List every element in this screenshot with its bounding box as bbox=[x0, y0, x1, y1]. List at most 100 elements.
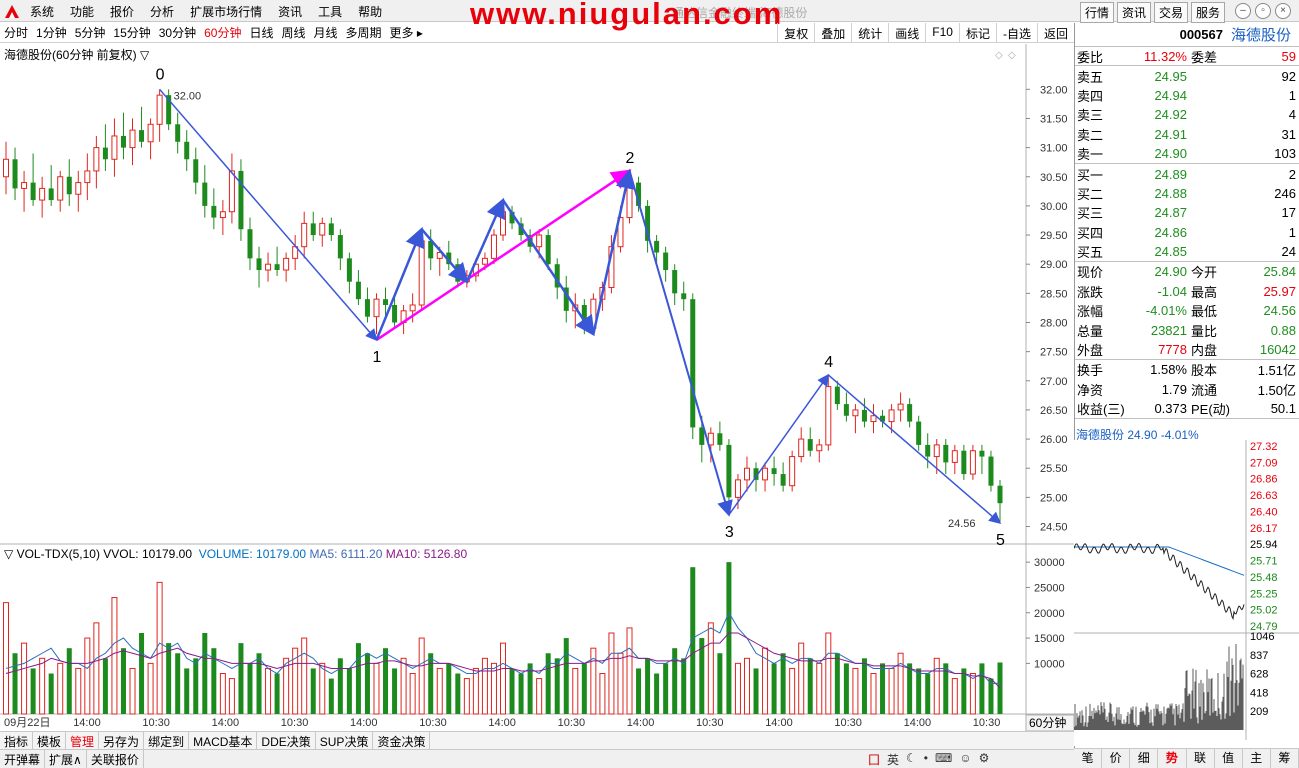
tab-sup[interactable]: SUP决策 bbox=[316, 732, 374, 749]
menu-item-news[interactable]: 资讯 bbox=[270, 3, 310, 20]
y-tick-label: 29.50 bbox=[1040, 230, 1068, 242]
period-more[interactable]: 更多 ▸ bbox=[386, 24, 427, 41]
linked-quote-toggle[interactable]: 关联报价 bbox=[87, 750, 144, 768]
trade-button[interactable]: 交易 bbox=[1154, 2, 1189, 23]
candle-body bbox=[734, 479, 741, 498]
wrench-icon[interactable]: ⚙ bbox=[979, 751, 990, 768]
period-15min[interactable]: 15分钟 bbox=[109, 24, 154, 41]
panel-tab-1[interactable]: 价 bbox=[1102, 749, 1131, 768]
tab-fund[interactable]: 资金决策 bbox=[373, 732, 431, 749]
panel-tab-0[interactable]: 笔 bbox=[1074, 749, 1103, 768]
panel-tab-5[interactable]: 值 bbox=[1215, 749, 1243, 768]
stock-name[interactable]: 海德股份 bbox=[1231, 24, 1291, 45]
panel-tab-2[interactable]: 细 bbox=[1130, 749, 1159, 768]
panel-tab-7[interactable]: 筹 bbox=[1271, 749, 1299, 768]
tab-indicator[interactable]: 指标 bbox=[0, 732, 34, 749]
statistics-button[interactable]: 统计 bbox=[851, 23, 888, 43]
menu-item-extended-market[interactable]: 扩展市场行情 bbox=[182, 3, 270, 20]
moon-icon[interactable]: ☾ bbox=[906, 751, 917, 768]
close-icon[interactable]: × bbox=[1275, 3, 1291, 19]
ime-logo-icon[interactable]: 囗 bbox=[868, 751, 880, 768]
period-60min[interactable]: 60分钟 bbox=[200, 24, 245, 41]
period-multi[interactable]: 多周期 bbox=[342, 24, 386, 41]
menu-item-analysis[interactable]: 分析 bbox=[142, 3, 182, 20]
high-price-label: 32.00 bbox=[174, 90, 202, 102]
volume-bar bbox=[84, 637, 91, 715]
f10-button[interactable]: F10 bbox=[925, 23, 959, 43]
ask-volume: 4 bbox=[1288, 107, 1296, 123]
diamond-icon[interactable]: ◇ bbox=[1008, 50, 1016, 61]
ask-label: 卖五 bbox=[1077, 69, 1104, 85]
tab-template[interactable]: 模板 bbox=[33, 732, 67, 749]
volume-bar bbox=[608, 632, 615, 715]
overlay-button[interactable]: 叠加 bbox=[814, 23, 851, 43]
menu-item-quote[interactable]: 报价 bbox=[102, 3, 142, 20]
restore-icon[interactable]: ▫ bbox=[1255, 3, 1271, 19]
y-tick-label: 29.00 bbox=[1040, 259, 1068, 271]
menu-item-help[interactable]: 帮助 bbox=[350, 3, 390, 20]
period-1min[interactable]: 1分钟 bbox=[32, 24, 71, 41]
period-daily[interactable]: 日线 bbox=[245, 24, 277, 41]
service-button[interactable]: 服务 bbox=[1191, 2, 1226, 23]
quote-button[interactable]: 行情 bbox=[1080, 2, 1115, 23]
ime-lang[interactable]: 英 bbox=[887, 751, 899, 768]
volume-bar bbox=[654, 673, 660, 714]
volume-bar bbox=[518, 673, 524, 714]
candlestick-chart[interactable]: 32.00 31.50 31.00 30.50 30.00 29.50 29.00 28.50… bbox=[0, 44, 1074, 731]
user-icon[interactable]: ☺ bbox=[959, 751, 971, 768]
keyboard-icon[interactable]: ⌨ bbox=[935, 751, 952, 768]
stat-label: 量比 bbox=[1191, 323, 1218, 339]
period-monthly[interactable]: 月线 bbox=[310, 24, 342, 41]
candle-body bbox=[373, 298, 380, 318]
adjust-button[interactable]: 复权 bbox=[777, 23, 814, 43]
panel-tab-6[interactable]: 主 bbox=[1243, 749, 1271, 768]
volume-bar bbox=[780, 653, 786, 714]
app-logo-icon bbox=[5, 5, 19, 18]
period-weekly[interactable]: 周线 bbox=[277, 24, 309, 41]
panel-tab-3[interactable]: 势 bbox=[1158, 749, 1187, 768]
candle-body bbox=[979, 450, 985, 457]
mini-vol-tick: 1046 bbox=[1250, 631, 1274, 643]
period-5min[interactable]: 5分钟 bbox=[71, 24, 110, 41]
extend-toggle[interactable]: 扩展∧ bbox=[45, 750, 87, 768]
panel-tab-4[interactable]: 联 bbox=[1187, 749, 1215, 768]
ime-toolbar: 囗 英 ☾ • ⌨ ☺ ⚙ bbox=[868, 751, 989, 768]
candle-body bbox=[771, 468, 777, 475]
tab-macd[interactable]: MACD基本 bbox=[189, 732, 258, 749]
diamond-icon[interactable]: ◇ bbox=[995, 50, 1003, 61]
volume-bar bbox=[843, 663, 849, 714]
tab-bind-to[interactable]: 绑定到 bbox=[144, 732, 190, 749]
intraday-mini-chart[interactable]: 27.32 27.09 26.86 26.63 26.40 26.17 25.94 25.71… bbox=[1074, 440, 1299, 746]
mini-price-tick: 26.17 bbox=[1250, 523, 1278, 535]
x-tick-label: 10:30 bbox=[142, 717, 170, 729]
stat-row: 外盘 7778 内盘 16042 bbox=[1075, 340, 1299, 359]
volume-bar bbox=[626, 627, 633, 715]
draw-button[interactable]: 画线 bbox=[888, 23, 925, 43]
volume-bar bbox=[979, 663, 985, 714]
volume-bar bbox=[274, 673, 280, 714]
minimize-icon[interactable]: – bbox=[1235, 3, 1251, 19]
triangle-down-icon[interactable]: ▽ bbox=[4, 547, 13, 561]
period-label[interactable]: 60分钟 bbox=[1029, 715, 1066, 730]
x-tick-label: 14:00 bbox=[765, 717, 793, 729]
candle-body bbox=[807, 439, 813, 451]
news-button[interactable]: 资讯 bbox=[1117, 2, 1152, 23]
candle-body bbox=[626, 182, 633, 219]
tab-dde[interactable]: DDE决策 bbox=[257, 732, 316, 749]
tab-save-as[interactable]: 另存为 bbox=[99, 732, 145, 749]
tab-manage[interactable]: 管理 bbox=[66, 732, 100, 749]
volume-bar bbox=[916, 668, 922, 714]
period-30min[interactable]: 30分钟 bbox=[155, 24, 200, 41]
volume-bar bbox=[907, 663, 913, 714]
danmaku-toggle[interactable]: 开弹幕 bbox=[0, 750, 46, 768]
back-button[interactable]: 返回 bbox=[1036, 23, 1074, 43]
menu-item-function[interactable]: 功能 bbox=[62, 3, 102, 20]
menu-item-tools[interactable]: 工具 bbox=[310, 3, 350, 20]
mark-button[interactable]: 标记 bbox=[958, 23, 996, 43]
add-watchlist-button[interactable]: -自选 bbox=[995, 23, 1037, 43]
volume-bar bbox=[743, 657, 750, 715]
period-intraday[interactable]: 分时 bbox=[0, 24, 32, 41]
dot-icon[interactable]: • bbox=[924, 751, 928, 768]
triangle-down-icon[interactable]: ▽ bbox=[140, 48, 149, 62]
menu-item-system[interactable]: 系统 bbox=[22, 3, 62, 20]
